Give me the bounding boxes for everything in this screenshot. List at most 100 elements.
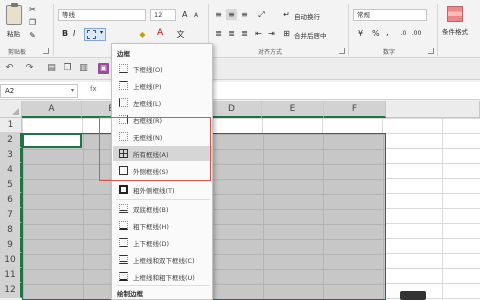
grow-font-button[interactable]: A <box>182 10 187 19</box>
decrease-decimal-icon[interactable]: .00 <box>411 28 422 39</box>
quick-access-toolbar: ↶ ↷ ▤ ❐ ▥ ▣ ▾ <box>0 58 480 80</box>
menu-divider <box>116 285 210 286</box>
menu-item-thick-outside-borders[interactable]: 粗外侧框线(T) <box>113 182 212 197</box>
copy-toolbar-icon[interactable]: ❐ <box>62 63 73 74</box>
shrink-font-button[interactable]: A <box>194 12 198 19</box>
thick-bottom-border-icon <box>119 221 128 230</box>
currency-icon[interactable]: ¥ <box>355 28 366 39</box>
double-bottom-border-icon <box>119 204 128 213</box>
chevron-down-icon: ▾ <box>99 29 103 36</box>
ribbon: 粘贴 ✂ ❐ ✎ 剪贴板 等线 12 A A B I U ▾ ◆ A 文 ≡ ≡… <box>0 0 480 58</box>
divider <box>437 4 438 56</box>
wrap-text-icon[interactable]: ↵ <box>281 9 292 20</box>
border-icon <box>87 30 96 39</box>
number-group-label: 数字 <box>383 49 396 56</box>
align-top-icon[interactable]: ≡ <box>213 9 224 20</box>
indent-increase-icon[interactable]: ⇥ <box>266 28 277 39</box>
align-left-icon[interactable]: ≣ <box>213 28 224 39</box>
align-right-icon[interactable]: ≣ <box>239 28 250 39</box>
menu-item-bottom-border[interactable]: 下框线(O) <box>113 61 212 76</box>
italic-button[interactable]: I <box>73 29 75 38</box>
fx-icon[interactable]: fx <box>90 85 97 93</box>
font-size-select[interactable]: 12 <box>150 9 176 21</box>
increase-decimal-icon[interactable]: .0 <box>398 28 409 39</box>
top-thick-bottom-border-icon <box>119 272 128 281</box>
undo-icon[interactable]: ↶ <box>4 63 15 74</box>
indent-decrease-icon[interactable]: ⇤ <box>253 28 264 39</box>
select-all-corner[interactable] <box>0 101 22 118</box>
paste-toolbar-icon[interactable]: ▥ <box>78 63 89 74</box>
top-double-bottom-border-icon <box>119 255 128 264</box>
font-color-button[interactable]: A <box>157 28 163 38</box>
merge-center-button[interactable]: 合并后居中 <box>294 30 327 40</box>
row-header-3[interactable]: 3 <box>0 148 22 163</box>
font-name-select[interactable]: 等线 <box>58 9 146 21</box>
number-format-select[interactable]: 常规 <box>353 9 427 21</box>
active-cell-a2[interactable] <box>22 133 82 148</box>
menu-item-thick-bottom-border[interactable]: 粗下框线(H) <box>113 218 212 233</box>
row-header-8[interactable]: 8 <box>0 223 22 238</box>
number-launcher-icon[interactable] <box>428 48 434 54</box>
clipboard-group-label: 剪贴板 <box>8 49 27 56</box>
menu-item-top-double-bottom-border[interactable]: 上框线和双下框线(C) <box>113 252 212 267</box>
menu-item-top-thick-bottom-border[interactable]: 上框线和粗下框线(U) <box>113 269 212 284</box>
column-header-e[interactable]: E <box>262 101 324 118</box>
cut-icon[interactable]: ✂ <box>27 4 38 15</box>
align-bottom-icon[interactable]: ≡ <box>239 9 250 20</box>
row-header-7[interactable]: 7 <box>0 208 22 223</box>
paste-label[interactable]: 粘贴 <box>7 28 20 38</box>
name-box[interactable]: A2 ▾ <box>0 84 78 98</box>
conditional-format-icon[interactable] <box>447 6 463 22</box>
menu-divider <box>116 199 210 200</box>
bold-button[interactable]: B <box>62 29 68 38</box>
watermark-badge <box>400 291 426 300</box>
orientation-icon[interactable]: ⤢ <box>256 9 267 20</box>
alignment-launcher-icon[interactable] <box>339 48 345 54</box>
comma-button[interactable]: , <box>386 28 389 38</box>
align-middle-icon[interactable]: ≡ <box>226 9 237 20</box>
bottom-border-icon <box>119 64 128 73</box>
formula-bar: A2 ▾ fx <box>0 82 480 100</box>
left-border-icon <box>119 98 128 107</box>
menu-item-top-border[interactable]: 上框线(P) <box>113 78 212 93</box>
format-painter-icon[interactable]: ✎ <box>27 30 38 41</box>
copy-icon[interactable]: ❐ <box>27 17 38 28</box>
align-center-icon[interactable]: ≣ <box>226 28 237 39</box>
alignment-group-label: 对齐方式 <box>258 49 283 56</box>
row-header-10[interactable]: 10 <box>0 253 22 268</box>
conditional-format-button[interactable]: 条件格式 <box>442 26 468 36</box>
divider <box>348 4 349 56</box>
save-icon[interactable]: ▣ <box>98 63 109 74</box>
highlight-annotation-box <box>99 117 211 181</box>
row-header-6[interactable]: 6 <box>0 193 22 208</box>
thick-outside-borders-icon <box>119 185 128 194</box>
row-header-1[interactable]: 1 <box>0 118 22 133</box>
row-header-11[interactable]: 11 <box>0 268 22 283</box>
merge-center-icon[interactable]: ⊞ <box>281 28 292 39</box>
menu-item-top-bottom-border[interactable]: 上下框线(D) <box>113 235 212 250</box>
print-preview-icon[interactable]: ▤ <box>46 63 57 74</box>
menu-header-borders: 边框 <box>117 50 130 58</box>
menu-item-left-border[interactable]: 左框线(L) <box>113 95 212 110</box>
menu-header-draw-borders: 绘制边框 <box>117 290 143 298</box>
row-header-4[interactable]: 4 <box>0 163 22 178</box>
row-header-12[interactable]: 12 <box>0 283 22 298</box>
percent-button[interactable]: % <box>372 29 380 38</box>
clipboard-launcher-icon[interactable] <box>43 48 49 54</box>
phonetic-icon[interactable]: 文 <box>175 29 186 40</box>
column-header-a[interactable]: A <box>22 101 82 118</box>
row-header-9[interactable]: 9 <box>0 238 22 253</box>
column-header-blank[interactable] <box>386 101 480 118</box>
top-bottom-border-icon <box>119 238 128 247</box>
wrap-text-button[interactable]: 自动换行 <box>294 11 320 21</box>
column-header-f[interactable]: F <box>324 101 386 118</box>
row-header-5[interactable]: 5 <box>0 178 22 193</box>
paste-icon[interactable] <box>6 3 22 25</box>
top-border-icon <box>119 81 128 90</box>
menu-item-double-bottom-border[interactable]: 双底框线(B) <box>113 201 212 216</box>
chevron-down-icon: ▾ <box>70 87 74 94</box>
row-header-2[interactable]: 2 <box>0 133 22 148</box>
redo-icon[interactable]: ↷ <box>24 63 35 74</box>
borders-button[interactable]: ▾ <box>84 28 106 41</box>
fill-color-icon[interactable]: ◆ <box>137 29 148 40</box>
